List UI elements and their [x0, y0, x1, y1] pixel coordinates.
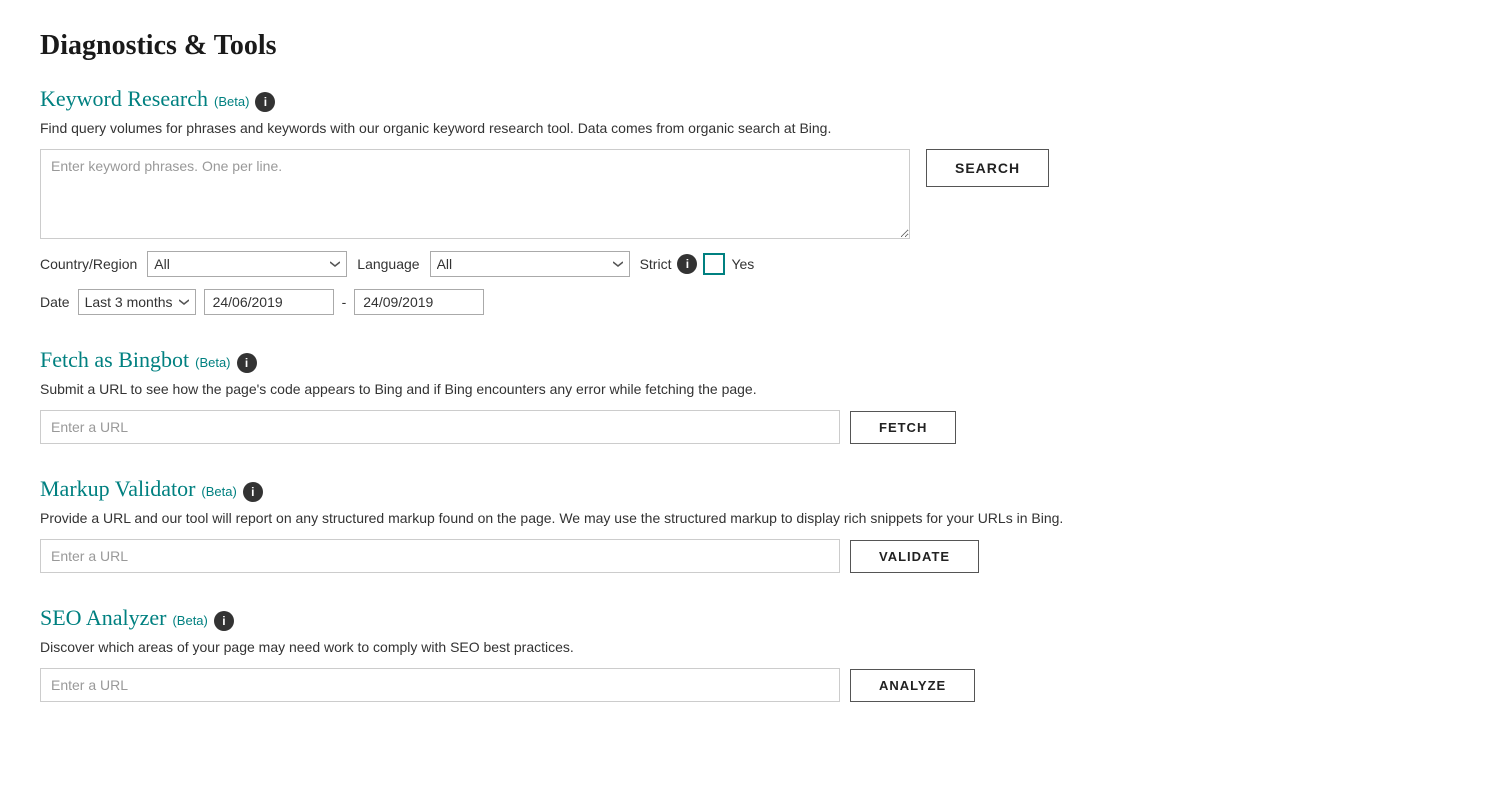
markup-validator-info-icon[interactable]: i	[243, 482, 263, 502]
strict-info-icon[interactable]: i	[677, 254, 697, 274]
fetch-button[interactable]: FETCH	[850, 411, 956, 444]
language-select[interactable]: All	[430, 251, 630, 277]
analyze-url-row: ANALYZE	[40, 668, 1460, 702]
keyword-research-beta: (Beta)	[214, 94, 249, 109]
fetch-bingbot-section: Fetch as Bingbot (Beta) i Submit a URL t…	[40, 347, 1460, 444]
analyze-url-input[interactable]	[40, 668, 840, 702]
markup-validator-title: Markup Validator	[40, 476, 195, 502]
seo-analyzer-beta: (Beta)	[172, 613, 207, 628]
markup-validator-section: Markup Validator (Beta) i Provide a URL …	[40, 476, 1460, 573]
keyword-research-section: Keyword Research (Beta) i Find query vol…	[40, 86, 1460, 315]
validate-url-row: VALIDATE	[40, 539, 1460, 573]
keyword-textarea[interactable]	[40, 149, 910, 239]
keyword-research-info-icon[interactable]: i	[255, 92, 275, 112]
date-from-input[interactable]	[204, 289, 334, 315]
filters-row: Country/Region All Language All Strict i…	[40, 251, 1460, 277]
fetch-bingbot-description: Submit a URL to see how the page's code …	[40, 379, 1460, 400]
keyword-research-title: Keyword Research	[40, 86, 208, 112]
search-button[interactable]: SEARCH	[926, 149, 1049, 187]
date-period-select[interactable]: Last 3 months	[78, 289, 196, 315]
country-select[interactable]: All	[147, 251, 347, 277]
date-separator: -	[342, 294, 347, 310]
fetch-bingbot-info-icon[interactable]: i	[237, 353, 257, 373]
seo-analyzer-info-icon[interactable]: i	[214, 611, 234, 631]
language-label: Language	[357, 256, 419, 272]
strict-label: Strict	[640, 256, 672, 272]
markup-validator-beta: (Beta)	[201, 484, 236, 499]
seo-analyzer-description: Discover which areas of your page may ne…	[40, 637, 1460, 658]
date-to-input[interactable]	[354, 289, 484, 315]
validate-button[interactable]: VALIDATE	[850, 540, 979, 573]
keyword-input-row: SEARCH	[40, 149, 1460, 239]
analyze-button[interactable]: ANALYZE	[850, 669, 975, 702]
fetch-url-row: FETCH	[40, 410, 1460, 444]
page-title: Diagnostics & Tools	[40, 30, 1460, 62]
date-label: Date	[40, 294, 70, 310]
date-row: Date Last 3 months -	[40, 289, 1460, 315]
fetch-bingbot-title: Fetch as Bingbot	[40, 347, 189, 373]
seo-analyzer-title: SEO Analyzer	[40, 605, 166, 631]
seo-analyzer-section: SEO Analyzer (Beta) i Discover which are…	[40, 605, 1460, 702]
fetch-url-input[interactable]	[40, 410, 840, 444]
country-label: Country/Region	[40, 256, 137, 272]
markup-validator-description: Provide a URL and our tool will report o…	[40, 508, 1460, 529]
strict-row: Strict i Yes	[640, 253, 755, 275]
validate-url-input[interactable]	[40, 539, 840, 573]
fetch-bingbot-beta: (Beta)	[195, 355, 230, 370]
keyword-research-description: Find query volumes for phrases and keywo…	[40, 118, 1460, 139]
strict-checkbox[interactable]	[703, 253, 725, 275]
yes-label: Yes	[731, 256, 754, 272]
